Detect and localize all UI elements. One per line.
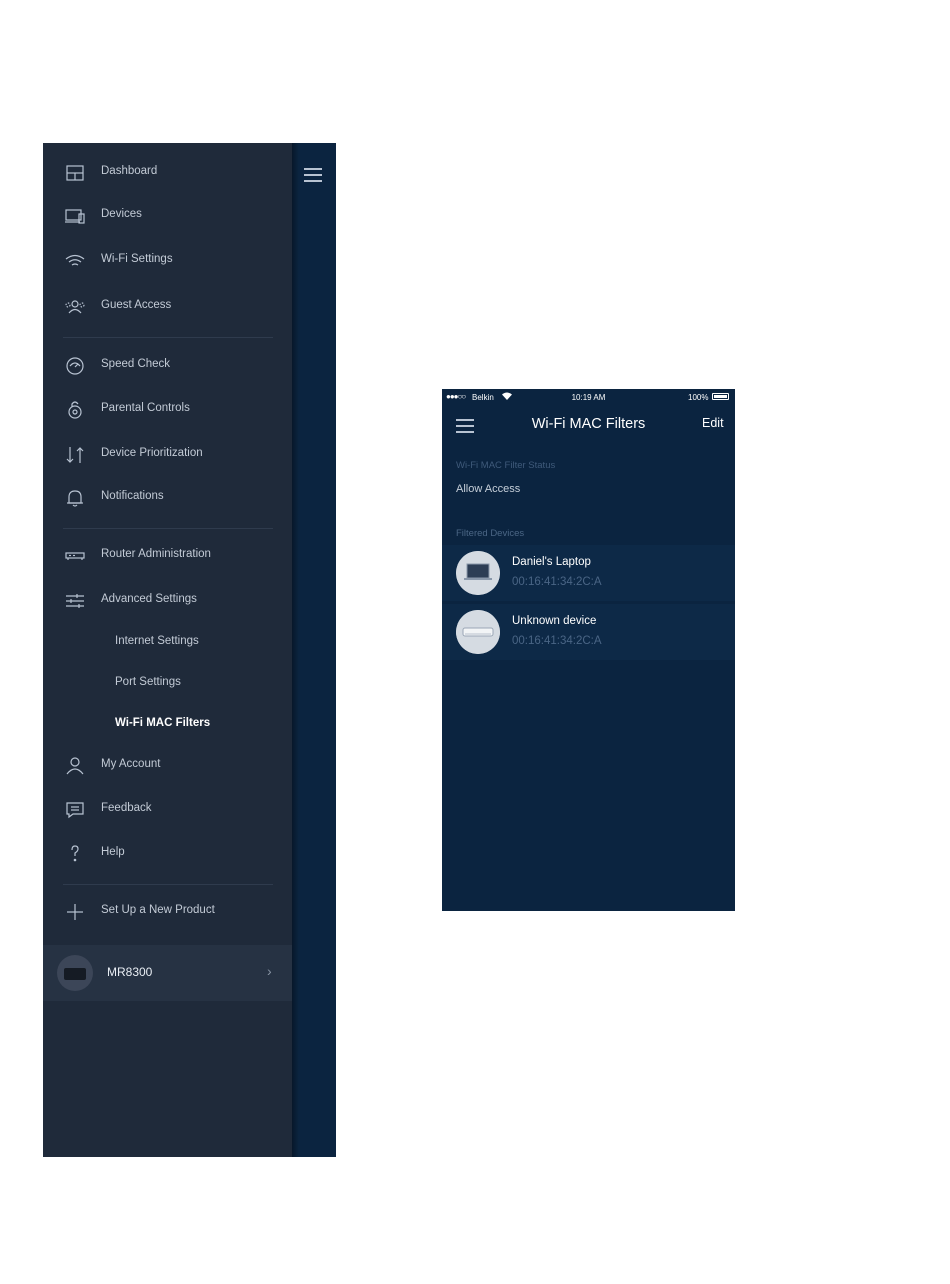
divider	[63, 884, 273, 885]
router-avatar	[57, 955, 93, 991]
nav-label-notifications: Notifications	[101, 490, 164, 502]
nav-label-advanced-settings: Advanced Settings	[101, 593, 197, 605]
nav-label-my-account: My Account	[101, 758, 161, 770]
nav-label-dashboard: Dashboard	[101, 165, 158, 177]
divider	[63, 528, 273, 529]
device-name: Unknown device	[512, 615, 597, 627]
nav-item-advanced-settings[interactable]: Advanced Settings	[43, 583, 292, 619]
divider	[63, 337, 273, 338]
filter-status-label: Wi-Fi MAC Filter Status	[456, 460, 556, 471]
unknown-device-icon	[456, 610, 500, 654]
nav-item-speed-check[interactable]: Speed Check	[43, 348, 292, 384]
nav-label-set-up-new-product: Set Up a New Product	[101, 904, 215, 916]
sub-item-port-settings[interactable]: Port Settings	[115, 676, 181, 688]
battery-percentage: 100%	[688, 393, 709, 402]
lock-icon	[63, 398, 87, 422]
chevron-right-icon: ›	[267, 963, 272, 979]
nav-label-router-administration: Router Administration	[101, 548, 211, 560]
nav-item-dashboard[interactable]: Dashboard	[43, 155, 292, 191]
nav-item-help[interactable]: Help	[43, 836, 292, 872]
speedometer-icon	[63, 354, 87, 378]
guest-access-icon	[63, 295, 87, 319]
hamburger-icon[interactable]	[304, 168, 322, 182]
device-row-daniels-laptop[interactable]: Daniel's Laptop 00:16:41:34:2C:A	[442, 545, 735, 601]
navigation-drawer: Dashboard Devices Wi-Fi Settings Guest A…	[43, 143, 292, 1157]
status-bar: ●●●○○ Belkin 10:19 AM 100%	[442, 389, 735, 405]
user-icon	[63, 754, 87, 778]
laptop-icon	[456, 551, 500, 595]
sliders-icon	[63, 589, 87, 613]
navigation-drawer-screen: Dashboard Devices Wi-Fi Settings Guest A…	[43, 143, 336, 1157]
nav-label-feedback: Feedback	[101, 802, 152, 814]
nav-label-devices: Devices	[101, 208, 142, 220]
bell-icon	[63, 486, 87, 510]
filtered-devices-label: Filtered Devices	[456, 528, 525, 539]
dashboard-icon	[63, 161, 87, 185]
router-icon	[63, 544, 87, 568]
wifi-mac-filters-screen: ●●●○○ Belkin 10:19 AM 100% Wi-Fi MAC Fil…	[442, 389, 735, 911]
page-title: Wi-Fi MAC Filters	[531, 416, 646, 432]
nav-label-guest-access: Guest Access	[101, 299, 172, 311]
nav-label-device-prioritization: Device Prioritization	[101, 447, 203, 459]
question-icon	[63, 842, 87, 866]
product-name: MR8300	[107, 965, 153, 979]
device-mac-address: 00:16:41:34:2C:A	[512, 635, 602, 647]
chat-icon	[63, 798, 87, 822]
device-name: Daniel's Laptop	[512, 556, 591, 568]
nav-item-devices[interactable]: Devices	[43, 198, 292, 234]
nav-item-router-administration[interactable]: Router Administration	[43, 538, 292, 574]
wifi-icon	[63, 249, 87, 273]
nav-label-parental-controls: Parental Controls	[101, 402, 190, 414]
device-row-unknown-device[interactable]: Unknown device 00:16:41:34:2C:A	[442, 604, 735, 660]
device-mac-address: 00:16:41:34:2C:A	[512, 576, 602, 588]
nav-item-parental-controls[interactable]: Parental Controls	[43, 392, 292, 428]
nav-label-help: Help	[101, 846, 125, 858]
nav-item-wifi-settings[interactable]: Wi-Fi Settings	[43, 243, 292, 279]
nav-item-my-account[interactable]: My Account	[43, 748, 292, 784]
nav-item-feedback[interactable]: Feedback	[43, 792, 292, 828]
drawer-shadow	[292, 143, 299, 1157]
nav-item-device-prioritization[interactable]: Device Prioritization	[43, 437, 292, 473]
product-row-mr8300[interactable]: MR8300 ›	[43, 945, 292, 1001]
sub-item-wifi-mac-filters[interactable]: Wi-Fi MAC Filters	[115, 717, 210, 729]
nav-item-set-up-new-product[interactable]: Set Up a New Product	[43, 894, 292, 930]
devices-icon	[63, 204, 87, 228]
edit-button[interactable]: Edit	[702, 416, 724, 430]
battery-icon	[712, 393, 729, 400]
nav-item-notifications[interactable]: Notifications	[43, 480, 292, 516]
nav-label-speed-check: Speed Check	[101, 358, 171, 370]
plus-icon	[63, 900, 87, 924]
up-down-arrows-icon	[63, 443, 87, 467]
nav-label-wifi-settings: Wi-Fi Settings	[101, 253, 173, 265]
sub-item-internet-settings[interactable]: Internet Settings	[115, 635, 199, 647]
nav-item-guest-access[interactable]: Guest Access	[43, 289, 292, 325]
filter-status-value[interactable]: Allow Access	[456, 483, 520, 495]
